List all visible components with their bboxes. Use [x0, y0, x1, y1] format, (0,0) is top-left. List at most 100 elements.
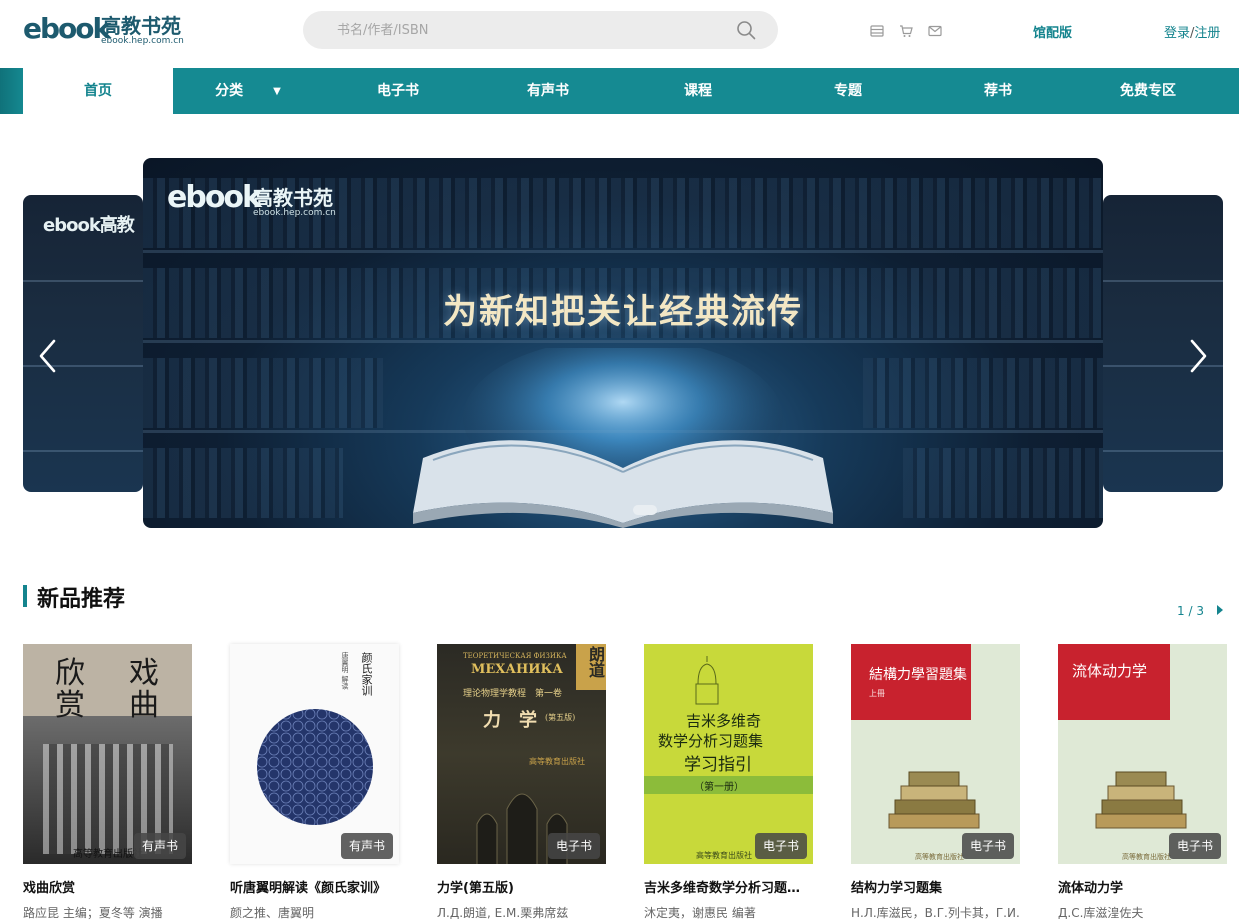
pager-separator: /	[1184, 604, 1197, 618]
cover-illustration	[695, 656, 719, 705]
site-header: ebook 高教书苑 ebook.hep.com.cn 馆配版 登录/注册	[0, 0, 1239, 68]
cover-text: (第五版)	[545, 713, 576, 722]
cover-text: 朗道	[586, 646, 605, 678]
cover-text: 数学分析习题集	[658, 732, 764, 750]
format-badge: 电子书	[547, 833, 600, 859]
chevron-left-icon[interactable]	[36, 338, 60, 374]
cover-publisher: 高等教育出版社	[73, 849, 143, 860]
cover-illustration	[1095, 771, 1187, 829]
book-title[interactable]: 戏曲欣赏	[23, 877, 192, 896]
search-input[interactable]	[337, 20, 717, 40]
nav-label: 荐书	[984, 83, 1012, 99]
search-box	[303, 11, 778, 49]
nav-item-recommend[interactable]: 荐书	[923, 68, 1073, 114]
logo-url: ebook.hep.com.cn	[101, 36, 184, 46]
book-title[interactable]: 吉米多维奇数学分析习题集学习指引（第一册）	[644, 877, 813, 896]
cover-text: 唐翼明 解读	[341, 652, 349, 690]
cover-text: 力 学	[483, 710, 537, 731]
nav-item-home[interactable]: 首页	[23, 68, 173, 114]
banner-logo: ebook 高教书苑 ebook.hep.com.cn	[167, 180, 336, 218]
cover-text: 流体动力学	[1072, 662, 1148, 680]
book-card[interactable]: 颜氏家训 唐翼明 解读 有声书 听唐翼明解读《颜氏家训》 颜之推、唐翼明	[230, 644, 399, 920]
login-link[interactable]: 登录	[1164, 26, 1190, 41]
book-card[interactable]: 朗道 ТЕОРЕТИЧЕСКАЯ ФИЗИКА МЕХАНИКА 理论物理学教程…	[437, 644, 606, 920]
nav-item-topic[interactable]: 专题	[773, 68, 923, 114]
cover-text: МЕХАНИКА	[471, 662, 563, 677]
nav-label: 电子书	[377, 83, 419, 99]
next-page-icon[interactable]	[1217, 605, 1223, 615]
book-author: 沐定夷，谢惠民 编著	[644, 906, 756, 920]
cover-publisher: 高等教育出版社	[529, 757, 585, 766]
banner-logo-url: ebook.hep.com.cn	[253, 208, 336, 218]
mail-icon[interactable]	[928, 24, 942, 38]
register-link[interactable]: 注册	[1194, 26, 1220, 41]
section-accent-bar	[23, 585, 27, 607]
slide-logo: ebook高教	[43, 215, 135, 236]
nav-label: 免费专区	[1120, 83, 1176, 99]
logo-mark: ebook	[23, 12, 111, 45]
cover-text: 理论物理学教程 第一卷	[463, 689, 563, 699]
book-author: Н.Л.库滋民，В.Г.列卡其，Г.И.	[851, 906, 1020, 920]
section-pager: 1 / 3	[1177, 604, 1223, 618]
book-cover[interactable]: 欣 赏 戏 曲 高等教育出版社 有声书	[23, 644, 192, 864]
book-title[interactable]: 流体动力学	[1058, 877, 1227, 896]
book-card[interactable]: 流体动力学 高等教育出版社 电子书 流体动力学 Д.С.库滋湟佐夫	[1058, 644, 1227, 920]
book-cover[interactable]: 流体动力学 高等教育出版社 电子书	[1058, 644, 1227, 864]
book-cover[interactable]: 吉米多维奇 数学分析习题集 学习指引 （第一册） 高等教育出版社 电子书	[644, 644, 813, 864]
book-title[interactable]: 结构力学习题集	[851, 877, 1020, 896]
cover-text: 赏	[55, 688, 85, 723]
cover-text: （第一册）	[694, 782, 744, 793]
carousel-indicator[interactable]	[633, 505, 657, 515]
pager-current: 1	[1177, 604, 1185, 618]
book-cover[interactable]: 朗道 ТЕОРЕТИЧЕСКАЯ ФИЗИКА МЕХАНИКА 理论物理学教程…	[437, 644, 606, 864]
nav-item-ebook[interactable]: 电子书	[323, 68, 473, 114]
main-nav: 首页 分类 ▼ 电子书 有声书 课程 专题 荐书 免费专区	[0, 68, 1239, 114]
login-register-link[interactable]: 登录/注册	[1164, 22, 1220, 41]
cart-icon[interactable]	[899, 24, 913, 38]
book-title[interactable]: 力学(第五版)	[437, 877, 606, 896]
format-badge: 电子书	[754, 833, 807, 859]
cover-publisher: 高等教育出版社	[696, 851, 752, 860]
cover-publisher: 高等教育出版社	[915, 853, 964, 861]
format-badge: 电子书	[961, 833, 1014, 859]
cover-pattern	[257, 709, 373, 825]
nav-label: 课程	[684, 83, 712, 99]
book-card[interactable]: 結構力學習題集 上冊 高等教育出版社 电子书 结构力学习题集 Н.Л.库滋民，В…	[851, 644, 1020, 920]
cover-publisher: 高等教育出版社	[1122, 853, 1171, 861]
caret-down-icon: ▼	[273, 86, 281, 97]
book-author: Л.Д.朗道, Е.М.栗弗席兹	[437, 906, 569, 920]
nav-label: 分类	[215, 83, 244, 99]
pager-total: 3	[1196, 604, 1204, 618]
carousel-main-slide[interactable]: ebook 高教书苑 ebook.hep.com.cn 为新知把关让经典流传	[143, 158, 1103, 528]
logo-title: 高教书苑	[101, 14, 181, 38]
bookshelf-icon[interactable]	[870, 24, 884, 38]
cover-text: ТЕОРЕТИЧЕСКАЯ ФИЗИКА	[463, 652, 567, 660]
book-title[interactable]: 听唐翼明解读《颜氏家训》	[230, 877, 399, 896]
cover-text: 吉米多维奇	[686, 712, 762, 730]
book-card[interactable]: 欣 赏 戏 曲 高等教育出版社 有声书 戏曲欣赏 路应昆 主编；夏冬等 演播	[23, 644, 192, 920]
format-badge: 电子书	[1168, 833, 1221, 859]
banner-logo-mark: ebook	[167, 180, 262, 215]
book-cover[interactable]: 颜氏家训 唐翼明 解读 有声书	[230, 644, 399, 864]
chevron-right-icon[interactable]	[1186, 338, 1210, 374]
search-icon[interactable]	[736, 20, 756, 40]
nav-item-free[interactable]: 免费专区	[1073, 68, 1223, 114]
book-author: 路应昆 主编；夏冬等 演播	[23, 906, 163, 920]
open-book-illustration	[413, 348, 833, 528]
nav-item-course[interactable]: 课程	[623, 68, 773, 114]
section-title: 新品推荐	[37, 587, 126, 612]
library-edition-link[interactable]: 馆配版	[1033, 22, 1072, 41]
nav-label: 有声书	[527, 83, 569, 99]
format-badge: 有声书	[133, 833, 186, 859]
book-cover[interactable]: 結構力學習題集 上冊 高等教育出版社 电子书	[851, 644, 1020, 864]
banner-logo-title: 高教书苑	[253, 186, 333, 210]
cover-text: 結構力學習題集	[869, 667, 967, 683]
format-badge: 有声书	[340, 833, 393, 859]
book-card[interactable]: 吉米多维奇 数学分析习题集 学习指引 （第一册） 高等教育出版社 电子书 吉米多…	[644, 644, 813, 920]
nav-item-audiobook[interactable]: 有声书	[473, 68, 623, 114]
site-logo[interactable]: ebook 高教书苑 ebook.hep.com.cn	[23, 10, 198, 50]
cover-text: 颜氏家训	[360, 652, 373, 696]
nav-label: 专题	[834, 83, 862, 99]
book-author: 颜之推、唐翼明	[230, 906, 315, 920]
nav-item-category[interactable]: 分类 ▼	[173, 68, 323, 114]
